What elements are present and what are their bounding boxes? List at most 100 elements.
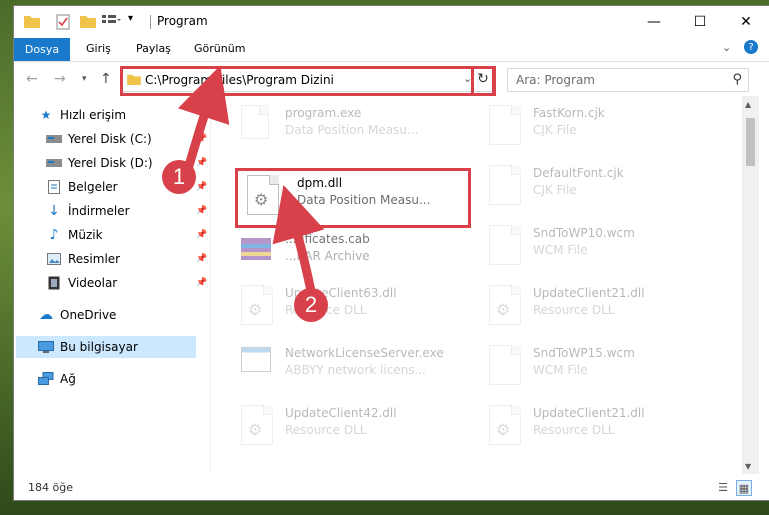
folder-icon bbox=[24, 14, 40, 30]
help-icon[interactable]: ? bbox=[744, 40, 758, 54]
scrollbar-thumb[interactable] bbox=[746, 118, 755, 166]
item-count: 184 öğe bbox=[28, 481, 73, 494]
sidebar-item-label: Hızlı erişim bbox=[60, 108, 127, 122]
refresh-highlight bbox=[471, 66, 495, 96]
sidebar-item-this-pc[interactable]: Bu bilgisayar bbox=[16, 336, 196, 358]
list-item[interactable]: SndToWP15.wcm WCM File bbox=[479, 340, 719, 390]
list-item[interactable]: ⚙ UpdateClient21.dll Resource DLL bbox=[479, 400, 719, 450]
large-icons-view-icon[interactable]: ▦ bbox=[736, 480, 752, 496]
list-item[interactable]: ⚙ UpdateClient21.dll Resource DLL bbox=[479, 280, 719, 330]
scroll-down-icon[interactable]: ▼ bbox=[745, 462, 751, 471]
list-item[interactable]: NetworkLicenseServer.exe ABBYY network l… bbox=[231, 340, 471, 390]
list-item[interactable]: DefaultFont.cjk CJK File bbox=[479, 160, 719, 210]
pictures-icon bbox=[46, 251, 62, 267]
dll-file-icon: ⚙ bbox=[241, 285, 275, 325]
address-highlight bbox=[120, 66, 496, 96]
search-icon[interactable]: ⚲ bbox=[732, 72, 742, 87]
sidebar-item-downloads[interactable]: ↓ İndirmeler 📌 bbox=[14, 200, 210, 222]
file-name: ...tificates.cab bbox=[285, 232, 370, 246]
file-type: CJK File bbox=[533, 123, 577, 137]
status-bar: 184 öğe ☰ ▦ bbox=[14, 474, 769, 500]
step-badge-1: 1 bbox=[162, 160, 196, 194]
gear-icon: ⚙ bbox=[496, 300, 511, 319]
title-bar: ▾ Program — ☐ ✕ bbox=[14, 6, 769, 38]
sidebar-item-network[interactable]: Ağ bbox=[14, 368, 210, 390]
exe-file-icon bbox=[241, 105, 275, 145]
pin-icon[interactable]: 📌 bbox=[196, 158, 207, 168]
file-icon bbox=[489, 225, 523, 265]
dpm-dll-highlight bbox=[235, 168, 471, 228]
file-type: WCM File bbox=[533, 363, 588, 377]
view-options-icon[interactable] bbox=[102, 14, 122, 30]
document-icon bbox=[46, 179, 62, 195]
navigation-pane: ★ Hızlı erişim Yerel Disk (C:) 📌 Yerel D… bbox=[14, 96, 210, 474]
tab-file[interactable]: Dosya bbox=[14, 38, 70, 61]
dll-file-icon: ⚙ bbox=[489, 405, 523, 445]
up-icon[interactable]: ↑ bbox=[100, 71, 112, 87]
tab-share[interactable]: Paylaş bbox=[136, 42, 171, 55]
maximize-button[interactable]: ☐ bbox=[677, 6, 723, 38]
list-item[interactable]: SndToWP10.wcm WCM File bbox=[479, 220, 719, 270]
music-icon: ♪ bbox=[49, 227, 59, 243]
recent-locations-icon[interactable]: ▾ bbox=[82, 74, 87, 84]
sidebar-item-label: Müzik bbox=[68, 228, 103, 242]
pin-icon[interactable]: 📌 bbox=[196, 182, 207, 192]
sidebar-item-label: Belgeler bbox=[68, 180, 118, 194]
pin-icon[interactable]: 📌 bbox=[196, 278, 207, 288]
details-view-icon[interactable]: ☰ bbox=[716, 480, 730, 494]
file-name: UpdateClient21.dll bbox=[533, 406, 645, 420]
sidebar-item-music[interactable]: ♪ Müzik 📌 bbox=[14, 224, 210, 246]
window-title: Program bbox=[157, 14, 208, 28]
pin-icon[interactable]: 📌 bbox=[196, 134, 207, 144]
new-folder-icon[interactable] bbox=[80, 14, 96, 30]
sidebar-item-label: İndirmeler bbox=[68, 204, 130, 218]
title-separator bbox=[150, 15, 151, 29]
sidebar-item-pictures[interactable]: Resimler 📌 bbox=[14, 248, 210, 270]
search-box[interactable]: Ara: Program ⚲ bbox=[507, 68, 749, 92]
customize-toolbar-icon[interactable]: ▾ bbox=[128, 13, 133, 29]
sidebar-item-quick-access[interactable]: ★ Hızlı erişim bbox=[14, 104, 210, 126]
dll-file-icon: ⚙ bbox=[489, 285, 523, 325]
sidebar-item-videos[interactable]: Videolar 📌 bbox=[14, 272, 210, 294]
network-icon bbox=[38, 371, 54, 387]
step-badge-2: 2 bbox=[294, 288, 328, 322]
file-name: UpdateClient21.dll bbox=[533, 286, 645, 300]
back-icon[interactable]: ← bbox=[26, 71, 38, 87]
minimize-button[interactable]: — bbox=[631, 6, 677, 38]
pin-icon[interactable]: 📌 bbox=[196, 254, 207, 264]
star-icon: ★ bbox=[40, 108, 52, 122]
sidebar-item-onedrive[interactable]: ☁ OneDrive bbox=[14, 304, 210, 326]
search-placeholder: Ara: Program bbox=[516, 73, 595, 87]
list-item[interactable]: FastKorn.cjk CJK File bbox=[479, 100, 719, 150]
vertical-scrollbar[interactable]: ▲ ▼ bbox=[742, 96, 759, 474]
close-button[interactable]: ✕ bbox=[723, 6, 769, 38]
ribbon-tabs: Dosya Giriş Paylaş Görünüm ⌄ ? bbox=[14, 38, 769, 62]
file-type: ...RAR Archive bbox=[285, 249, 370, 263]
list-item[interactable]: program.exe Data Position Measu... bbox=[231, 100, 471, 150]
list-item[interactable]: ...tificates.cab ...RAR Archive bbox=[231, 226, 471, 276]
drive-icon bbox=[46, 155, 62, 171]
exe-file-icon bbox=[241, 345, 275, 385]
file-name: FastKorn.cjk bbox=[533, 106, 605, 120]
list-item[interactable]: ⚙ UpdateClient63.dll Resource DLL bbox=[231, 280, 471, 330]
list-item[interactable]: ⚙ UpdateClient42.dll Resource DLL bbox=[231, 400, 471, 450]
sidebar-item-label: Bu bilgisayar bbox=[60, 340, 138, 354]
pin-icon[interactable]: 📌 bbox=[196, 206, 207, 216]
archive-icon bbox=[241, 234, 275, 274]
file-type: Data Position Measu... bbox=[285, 123, 419, 137]
ribbon-expand-icon[interactable]: ⌄ bbox=[722, 41, 731, 54]
scroll-up-icon[interactable]: ▲ bbox=[745, 100, 751, 109]
gear-icon: ⚙ bbox=[496, 420, 511, 439]
forward-icon[interactable]: → bbox=[54, 71, 66, 87]
videos-icon bbox=[46, 275, 62, 291]
properties-icon[interactable] bbox=[56, 14, 70, 30]
drive-icon bbox=[46, 131, 62, 147]
file-name: SndToWP15.wcm bbox=[533, 346, 635, 360]
file-type: CJK File bbox=[533, 183, 577, 197]
tab-home[interactable]: Giriş bbox=[86, 42, 111, 55]
sidebar-item-disk-c[interactable]: Yerel Disk (C:) 📌 bbox=[14, 128, 210, 150]
pin-icon[interactable]: 📌 bbox=[196, 230, 207, 240]
navigation-bar: ← → ▾ ↑ C:\Program Files\Program Dizini … bbox=[14, 62, 769, 96]
tab-view[interactable]: Görünüm bbox=[194, 42, 245, 55]
file-type: Resource DLL bbox=[533, 423, 615, 437]
